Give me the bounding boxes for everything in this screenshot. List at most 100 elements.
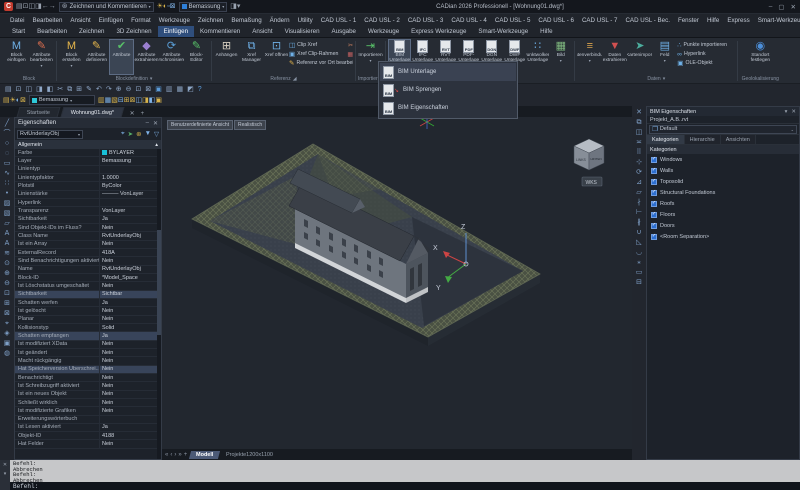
ribbon-tab[interactable]: Hilfe (534, 26, 558, 37)
array-icon[interactable]: ⠿ (636, 148, 641, 157)
zoom-previous-icon[interactable]: ⊠ (4, 309, 10, 318)
ribbon-button[interactable]: ⧉ Xref Manager (239, 39, 264, 75)
property-row[interactable]: Sichtbarkeit Ja (15, 216, 157, 224)
render-style-icon[interactable]: ▥ (166, 85, 173, 94)
ribbon-tab[interactable]: Kommentieren (194, 26, 246, 37)
add-sheet-icon[interactable]: + (183, 452, 189, 458)
ribbon-tab[interactable]: Einfügen (158, 26, 194, 37)
property-row[interactable]: Transparenz VonLayer (15, 207, 157, 215)
property-row[interactable]: Hat Speicherversion Überschrei... Nein (15, 366, 157, 374)
layer-delete-icon[interactable]: ▣ (155, 97, 162, 104)
ribbon-button[interactable]: ▦ Bild▾ (549, 39, 572, 75)
extend-icon[interactable]: ⊢ (636, 208, 642, 217)
ribbon-tab[interactable]: Visualisieren (279, 26, 326, 37)
select-objects-icon[interactable]: ➤ (128, 130, 133, 138)
close-button[interactable]: ✕ (791, 3, 796, 11)
checkbox-checked-icon[interactable]: ✓ (651, 190, 657, 196)
property-row[interactable]: Block-ID *Model_Space (15, 274, 157, 282)
hatch-icon[interactable]: ▨ (4, 199, 11, 208)
property-row[interactable]: Ist gelöscht Nein (15, 307, 157, 315)
ribbon-button[interactable]: ∷ Punktwolken-Unterlage (526, 39, 549, 75)
property-row[interactable]: Macht rückgängig Nein (15, 357, 157, 365)
ribbon-row-action-icon[interactable]: ▦ (347, 51, 353, 58)
menu-item[interactable]: Datei (6, 17, 28, 24)
menu-item[interactable]: BIM BIM Eigenschaften (380, 99, 516, 117)
menu-item[interactable]: Format (127, 17, 155, 24)
layout-tab[interactable]: Modell (189, 451, 221, 459)
ribbon-button[interactable]: ✎ Attribute bearbeiten▾ (29, 39, 54, 75)
property-row[interactable]: Schließt wirklich Nein (15, 399, 157, 407)
ribbon-small-button[interactable]: ◫ Clip Xref ✂ (289, 41, 353, 49)
menu-item[interactable]: Werkzeuge (155, 17, 194, 24)
print-icon[interactable]: ◨ (36, 85, 43, 94)
viewcube[interactable]: LINKS HINTEN WKS (574, 139, 604, 186)
layer-lock-icon[interactable]: ⊠ (20, 97, 26, 104)
ribbon-group-label[interactable]: Referenz◢ (214, 75, 353, 83)
ribbon-button[interactable]: ⊡ Xref öffnen (264, 39, 289, 75)
redo-icon[interactable]: → (49, 3, 56, 10)
print-icon[interactable]: ◨ (35, 3, 42, 10)
filter-icon[interactable]: ▼ (145, 130, 151, 138)
property-row[interactable]: Ist modifizierte Grafiken Nein (15, 407, 157, 415)
ribbon-tab[interactable]: Ausgabe (326, 26, 362, 37)
category-item[interactable]: ✓ Walls (647, 165, 799, 176)
minimize-palette-icon[interactable]: – (146, 120, 149, 127)
command-history[interactable]: Befehl:AbbrechenBefehl:Abbrechen (10, 460, 800, 482)
cut-icon[interactable]: ✂ (57, 85, 63, 94)
property-row[interactable]: Ist ein neues Objekt Nein (15, 391, 157, 399)
property-row[interactable]: Schatten empfangen Ja (15, 332, 157, 340)
menu-item[interactable]: Express (723, 17, 753, 24)
ribbon-tab[interactable]: Bearbeiten (31, 26, 73, 37)
zoom-realtime-icon[interactable]: ◈ (4, 329, 9, 338)
donut-icon[interactable]: • (6, 189, 8, 198)
text-icon[interactable]: A (5, 229, 10, 238)
circle-icon[interactable]: ○ (5, 139, 9, 148)
plot-icon[interactable]: ◨ (230, 3, 237, 10)
property-row[interactable]: Plotstil ByColor (15, 182, 157, 190)
object-type-select[interactable]: RvtUnderlayObj ▾ (17, 130, 83, 139)
bim-preset-select[interactable]: ❐ Default ⌄ (649, 125, 797, 134)
drawing-viewport[interactable]: Z X Y LINKS HINTEN (162, 117, 632, 449)
layer-dropdown[interactable]: Bemassung ▾ (29, 95, 95, 105)
category-item[interactable]: ✓ <Room Separation> (647, 231, 799, 242)
ribbon-small-button[interactable]: ∞ Hyperlink (677, 50, 735, 58)
mirror-icon[interactable]: ◫ (636, 128, 643, 137)
menu-item[interactable]: Zeichnen (194, 17, 227, 24)
ribbon-tab[interactable]: Start (6, 26, 31, 37)
spline-icon[interactable]: ∿ (4, 169, 10, 178)
property-row[interactable]: Ist Lesen aktiviert Ja (15, 424, 157, 432)
ribbon-button[interactable]: ◉ Standort festlegen (748, 39, 773, 75)
filter-list-icon[interactable]: ▽ (154, 130, 159, 138)
stretch-icon[interactable]: ▱ (636, 188, 641, 197)
document-tab[interactable]: Startseite (17, 107, 61, 117)
checkbox-checked-icon[interactable]: ✓ (651, 179, 657, 185)
open-icon[interactable]: ⊡ (16, 85, 22, 94)
property-row[interactable]: Name RvtUnderlayObj (15, 266, 157, 274)
ribbon-tab[interactable]: Zeichnen (73, 26, 110, 37)
workspace-dropdown[interactable]: ⊛ Zeichnen und Kommentieren ▾ (59, 2, 154, 12)
viewport-icon[interactable]: ▣ (155, 85, 162, 94)
revision-cloud-icon[interactable]: ≋ (4, 249, 10, 258)
shade-icon[interactable]: ◩ (187, 85, 194, 94)
ribbon-tab[interactable]: Express Werkzeuge (405, 26, 472, 37)
ribbon-tab[interactable]: Smart-Werkzeuge (472, 26, 534, 37)
ribbon-tab[interactable]: 3D Zeichnen (110, 26, 157, 37)
menu-item[interactable]: Hilfe (703, 17, 723, 24)
mtext-icon[interactable]: A (5, 239, 10, 248)
zoom-window-icon[interactable]: ⊡ (136, 85, 142, 94)
undo-icon[interactable]: ← (42, 3, 49, 10)
ribbon-button[interactable]: ➤ Kartenimport (627, 39, 652, 75)
ribbon-group-label[interactable]: Geolokalisierung (740, 75, 780, 83)
ribbon-button[interactable]: ⊞ Anhängen (214, 39, 239, 75)
ribbon-small-button[interactable]: ▣ Xref Clip-Rahmen ▦ (289, 50, 353, 58)
zoom-out-icon[interactable]: ⊖ (4, 279, 10, 288)
ribbon-button[interactable]: ▼ Daten extrahieren (602, 39, 627, 75)
region-icon[interactable]: ▭ (636, 268, 643, 277)
property-row[interactable]: Sichtbarkeit Sichtbar (15, 291, 157, 299)
wcs-badge[interactable]: WKS (586, 180, 598, 186)
ribbon-group-label[interactable]: Blockdefinition▾ (59, 75, 209, 83)
property-row[interactable]: Planar Nein (15, 316, 157, 324)
property-row[interactable]: Erweiterungswörterbuch (15, 416, 157, 424)
property-row[interactable]: Hat Felder Nein (15, 440, 157, 448)
preview-icon[interactable]: ◧ (47, 85, 54, 94)
